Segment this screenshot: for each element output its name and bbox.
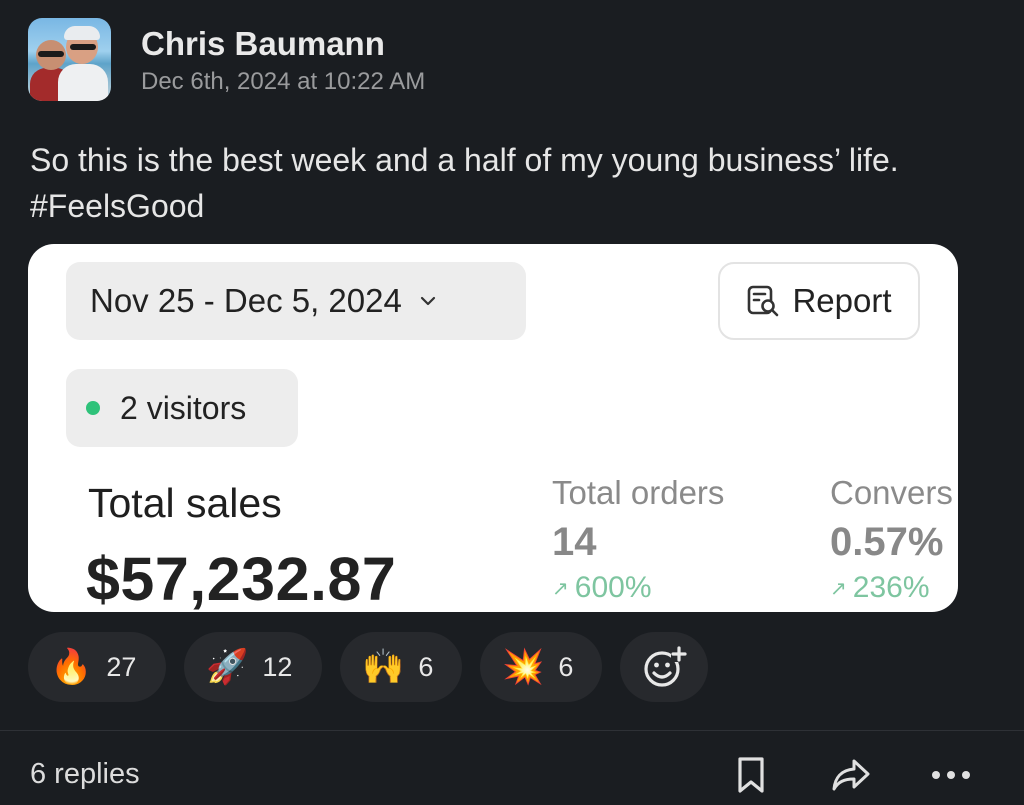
reaction-collision[interactable]: 💥 6 [480, 632, 602, 702]
metric-label: Convers [830, 474, 953, 511]
message-timestamp[interactable]: Dec 6th, 2024 at 10:22 AM [141, 67, 425, 97]
more-options-button[interactable] [926, 750, 976, 800]
arrow-up-right-icon: ↗ [552, 577, 569, 600]
metric-change: ↗ 600% [552, 571, 724, 605]
date-range-selector[interactable]: Nov 25 - Dec 5, 2024 [66, 262, 526, 340]
reaction-count: 27 [106, 651, 137, 682]
metric-conversion: Convers 0.57% ↗ 236% [830, 474, 953, 605]
author-avatar[interactable] [28, 18, 111, 101]
chevron-down-icon [420, 296, 435, 306]
message-text: So this is the best week and a half of m… [30, 142, 899, 224]
save-button[interactable] [726, 750, 776, 800]
live-status-dot [86, 401, 100, 415]
fire-icon: 🔥 [50, 648, 93, 686]
report-search-icon [748, 285, 779, 317]
date-range-label: Nov 25 - Dec 5, 2024 [90, 282, 402, 319]
message-meta: Chris Baumann Dec 6th, 2024 at 10:22 AM [141, 18, 425, 97]
reaction-count: 12 [262, 651, 293, 682]
reaction-raised-hands[interactable]: 🙌 6 [340, 632, 462, 702]
share-arrow-icon [832, 759, 870, 791]
message-actions [726, 750, 976, 800]
raised-hands-icon: 🙌 [362, 648, 405, 686]
metric-change-value: 236% [852, 571, 930, 604]
total-sales-value: $57,232.87 [86, 545, 397, 612]
reaction-rocket[interactable]: 🚀 12 [184, 632, 322, 702]
author-name[interactable]: Chris Baumann [141, 24, 425, 64]
add-reaction-button[interactable] [620, 632, 708, 702]
arrow-up-right-icon: ↗ [830, 577, 847, 600]
share-button[interactable] [826, 750, 876, 800]
bookmark-icon [738, 757, 764, 793]
metric-change-value: 600% [574, 571, 652, 604]
divider [0, 730, 1024, 731]
replies-link[interactable]: 6 replies [30, 758, 140, 791]
report-button[interactable]: Report [718, 262, 920, 340]
reaction-fire[interactable]: 🔥 27 [28, 632, 166, 702]
add-emoji-icon [644, 646, 687, 687]
reaction-count: 6 [418, 651, 434, 682]
reaction-count: 6 [558, 651, 574, 682]
more-horizontal-icon [932, 771, 970, 779]
report-label: Report [792, 282, 892, 319]
total-sales-label: Total sales [88, 480, 282, 526]
metric-value: 0.57% [830, 520, 944, 564]
visitors-label: 2 visitors [120, 389, 247, 426]
visitors-badge: 2 visitors [66, 369, 298, 447]
rocket-icon: 🚀 [206, 648, 249, 686]
metric-change: ↗ 236% [830, 571, 953, 605]
metric-label: Total orders [552, 474, 725, 511]
metric-total-orders: Total orders 14 ↗ 600% [552, 474, 724, 605]
metric-value: 14 [552, 520, 597, 564]
reactions-bar: 🔥 27 🚀 12 🙌 6 💥 6 [28, 632, 708, 702]
collision-icon: 💥 [502, 648, 545, 686]
shared-screenshot-card[interactable]: Nov 25 - Dec 5, 2024 Report 2 visitors T… [28, 244, 958, 612]
message-header: Chris Baumann Dec 6th, 2024 at 10:22 AM [28, 18, 425, 101]
